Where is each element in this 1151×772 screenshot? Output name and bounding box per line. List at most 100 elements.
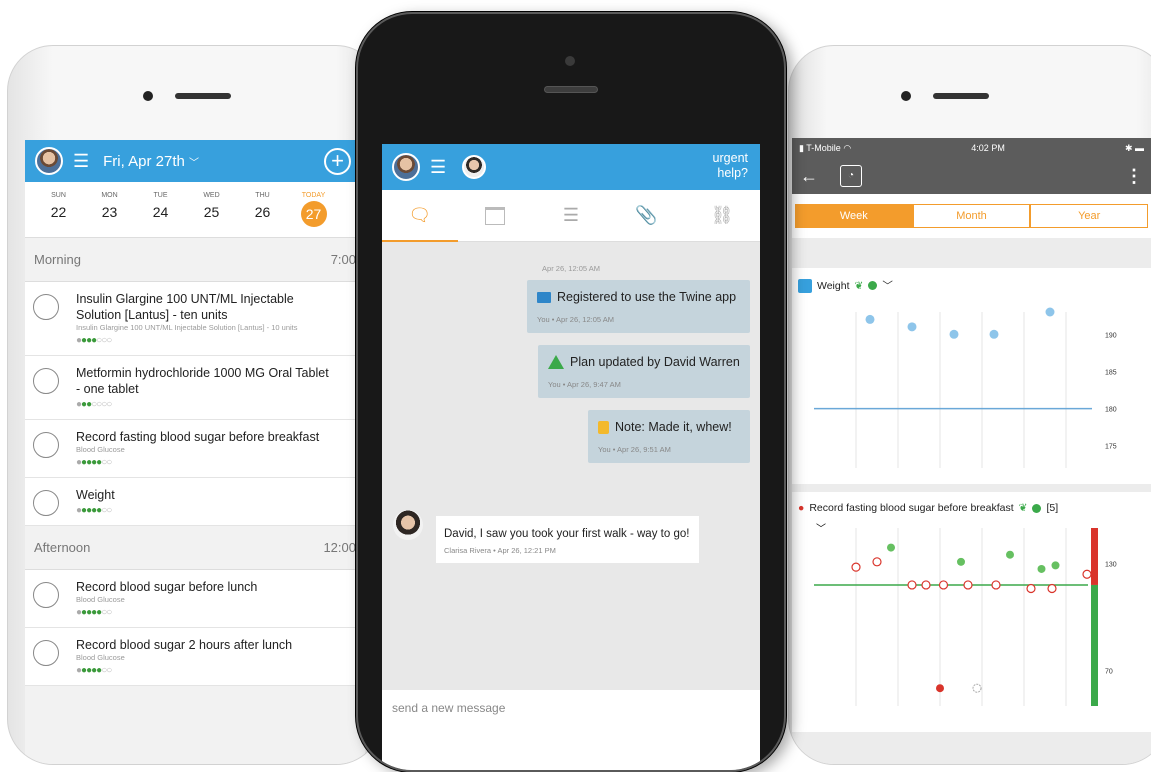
day-mon[interactable]: MON 23 — [84, 182, 135, 237]
reading-point-normal — [1006, 550, 1014, 559]
carrier-label: ▮ T-Mobile ◠ — [799, 142, 852, 153]
weight-point — [949, 329, 959, 339]
task-checkbox[interactable] — [33, 368, 59, 394]
day-thu[interactable]: THU 26 — [237, 182, 288, 237]
task-checkbox[interactable] — [33, 582, 59, 608]
reading-point-normal — [1051, 561, 1060, 570]
reading-point-high — [963, 580, 973, 590]
day-tue[interactable]: TUE 24 — [135, 182, 186, 237]
day-sun[interactable]: SUN 22 — [33, 182, 84, 237]
task-row[interactable]: Metformin hydrochloride 1000 MG Oral Tab… — [25, 356, 365, 420]
reading-point-high — [907, 580, 917, 590]
y-tick-label: 70 — [1105, 668, 1113, 675]
reading-point-high — [938, 580, 949, 590]
menu-icon[interactable]: ☰ — [73, 151, 89, 172]
status-dot — [868, 281, 878, 290]
back-arrow-icon[interactable]: ← — [800, 166, 818, 187]
reading-point-high — [872, 557, 882, 567]
flag-icon — [537, 291, 551, 303]
status-dot — [1032, 503, 1042, 513]
task-checkbox[interactable] — [33, 640, 59, 666]
coach-avatar[interactable] — [462, 155, 487, 179]
calendar-icon — [485, 206, 506, 225]
glucose-card-header: ● Record fasting blood sugar before brea… — [798, 502, 1058, 514]
clock: 4:02 PM — [971, 143, 1005, 153]
task-checkbox[interactable] — [33, 490, 59, 516]
section-time: 12:00 — [323, 540, 356, 555]
urgent-help-link[interactable]: urgent help? — [700, 151, 748, 181]
plant-icon: ❦ — [1018, 502, 1028, 514]
status-bar: ▮ T-Mobile ◠ 4:02 PM ✱ ▬ — [792, 138, 1151, 158]
date-picker[interactable]: Fri, Apr 27th ﹀ — [103, 153, 199, 170]
more-icon[interactable]: ⋮ — [1125, 166, 1143, 187]
app-header: ☰ Fri, Apr 27th ﹀ + — [25, 140, 365, 182]
front-camera — [565, 56, 575, 66]
weight-point — [907, 322, 917, 332]
reading-point-high — [991, 580, 1001, 590]
earpiece — [933, 93, 989, 99]
message-input[interactable]: send a new message — [382, 690, 760, 770]
task-subtitle: Blood Glucose — [76, 595, 125, 604]
paperclip-icon: 📎 — [635, 205, 658, 225]
task-row[interactable]: Record blood sugar 2 hours after lunch B… — [25, 628, 365, 686]
day-wed[interactable]: WED 25 — [186, 182, 237, 237]
task-checkbox[interactable] — [33, 294, 59, 320]
middle-phone: ☰ urgent help? 🗨 ☰ 📎 ⛓ Apr 26, 12:05 AM … — [356, 12, 786, 772]
task-row[interactable]: Weight ●●●●●○○ — [25, 478, 365, 526]
y-tick-label: 190 — [1105, 332, 1117, 339]
chevron-down-icon: ﹀ — [189, 157, 200, 169]
progress-dots: ●●●○○○○ — [76, 399, 112, 410]
task-body: Record blood sugar 2 hours after lunch B… — [76, 637, 334, 676]
chat-header: ☰ urgent help? — [382, 144, 760, 190]
y-tick-label: 175 — [1105, 444, 1117, 451]
progress-dots: ●●●●●○○ — [76, 457, 112, 468]
chevron-down-icon[interactable]: ﹀ — [882, 278, 893, 293]
day-today[interactable]: TODAY 27 — [288, 182, 339, 237]
signal-icon: ▮ — [799, 142, 804, 153]
segment-week[interactable]: Week — [795, 204, 913, 228]
task-body: Weight ●●●●●○○ — [76, 487, 334, 516]
segment-month[interactable]: Month — [912, 204, 1031, 228]
task-row[interactable]: Record fasting blood sugar before breakf… — [25, 420, 365, 478]
progress-dots: ●●●●○○○ — [76, 335, 112, 346]
tab-chat[interactable]: 🗨 — [382, 190, 458, 242]
incoming-message: David, I saw you took your first walk - … — [436, 516, 699, 563]
menu-icon[interactable]: ☰ — [430, 157, 446, 178]
task-title: Weight — [76, 488, 115, 502]
card-gap — [792, 484, 1151, 492]
system-message: Registered to use the Twine app You • Ap… — [527, 280, 750, 333]
plant-icon: ❦ — [854, 279, 864, 292]
task-body: Record blood sugar before lunch Blood Gl… — [76, 579, 334, 618]
add-icon[interactable]: + — [324, 147, 351, 175]
y-tick-label: 130 — [1105, 562, 1117, 569]
segment-year[interactable]: Year — [1030, 204, 1149, 228]
task-checkbox[interactable] — [33, 432, 59, 458]
note-icon — [598, 420, 609, 434]
tab-calendar[interactable] — [458, 190, 534, 241]
section-header: Morning 7:00 — [25, 238, 365, 282]
task-list: Morning 7:00 Insulin Glargine 100 UNT/ML … — [25, 238, 365, 686]
blood-drop-icon: ● — [798, 502, 805, 514]
week-strip: SUN 22 MON 23 TUE 24 WED 25 THU 26 TODAY 27 — [25, 182, 365, 238]
wifi-icon: ◠ — [843, 142, 852, 153]
tab-attachments[interactable]: 📎 — [609, 190, 685, 241]
avatar[interactable] — [35, 147, 63, 175]
earpiece — [175, 93, 231, 99]
weight-chart: 190 185 180 175 — [814, 307, 1117, 468]
reading-point-high — [851, 562, 861, 572]
glucose-card: ● Record fasting blood sugar before brea… — [792, 492, 1151, 732]
task-title: Record blood sugar before lunch — [76, 580, 258, 594]
task-row[interactable]: Insulin Glargine 100 UNT/ML Injectable S… — [25, 282, 365, 356]
system-message: Plan updated by David Warren You • Apr 2… — [538, 345, 750, 398]
dashboard-icon[interactable]: ◔ — [840, 165, 862, 187]
task-row[interactable]: Record blood sugar before lunch Blood Gl… — [25, 570, 365, 628]
reading-point-low — [936, 684, 944, 693]
task-body: Insulin Glargine 100 UNT/ML Injectable S… — [76, 291, 334, 346]
avatar[interactable] — [392, 153, 420, 181]
task-subtitle: Blood Glucose — [76, 653, 125, 662]
chevron-down-icon[interactable]: ﹀ — [816, 520, 826, 535]
tab-links[interactable]: ⛓ — [684, 190, 760, 241]
system-message: Note: Made it, whew! You • Apr 26, 9:51 … — [588, 410, 750, 463]
tab-notes[interactable]: ☰ — [533, 190, 609, 241]
sender-avatar — [393, 510, 423, 540]
